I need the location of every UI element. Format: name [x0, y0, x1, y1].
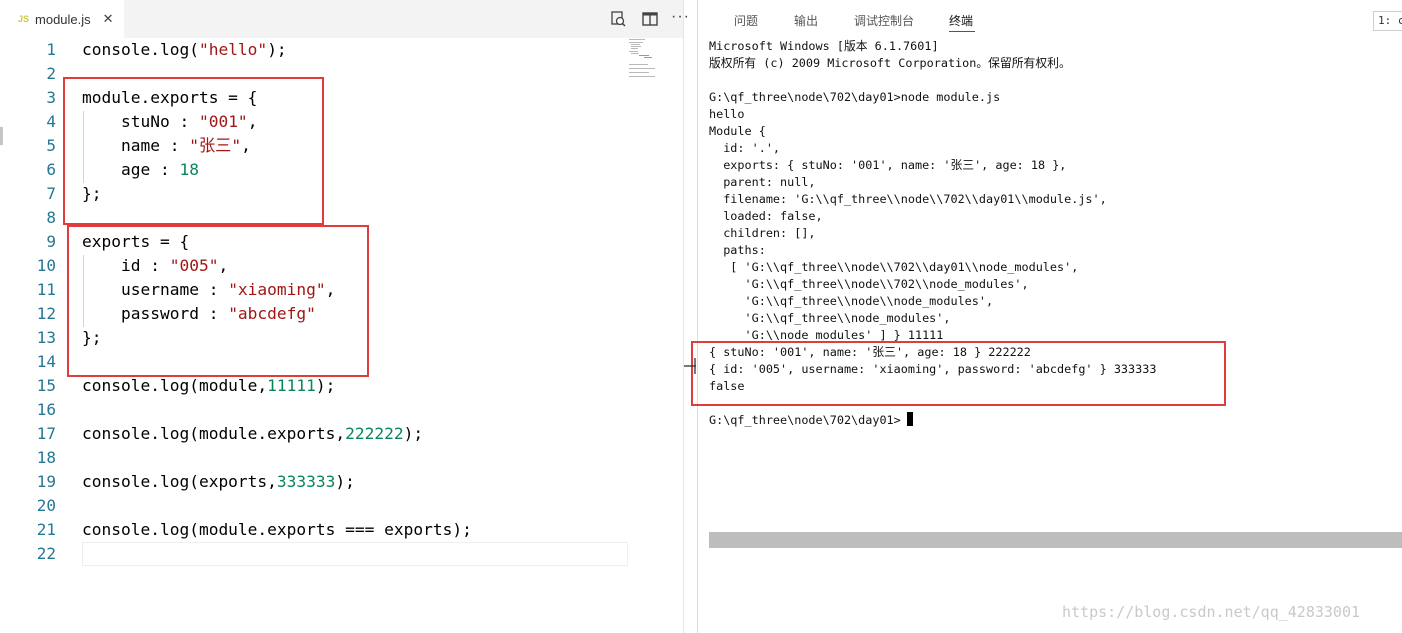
code-token: );	[335, 472, 355, 491]
line-number: 18	[36, 448, 56, 467]
terminal-horizontal-scrollbar[interactable]	[709, 532, 1402, 548]
terminal-line: Microsoft Windows [版本 6.1.7601]	[709, 39, 939, 53]
line-number: 21	[36, 520, 56, 539]
line-number: 1	[46, 40, 56, 59]
number-token: 11111	[267, 376, 316, 395]
code-line[interactable]: console.log(module.exports === exports);	[82, 518, 472, 542]
line-number: 7	[46, 184, 56, 203]
terminal-line: 版权所有 (c) 2009 Microsoft Corporation。保留所有…	[709, 56, 1071, 70]
code-token: );	[315, 376, 336, 395]
line-number: 14	[36, 352, 56, 371]
panel-tab-bar: 问题 输出 调试控制台 终端 1: cmd	[699, 0, 1402, 36]
code-token: console.log(	[82, 40, 199, 59]
cursor-crosshair-icon	[684, 358, 696, 374]
terminal-line: id: '.',	[709, 141, 781, 155]
code-line[interactable]: console.log(module,11111);	[82, 374, 335, 398]
line-number: 15	[36, 376, 56, 395]
string-token: "hello"	[198, 40, 268, 59]
close-icon[interactable]: ✕	[103, 11, 114, 27]
line-number: 5	[46, 136, 56, 155]
line-number: 22	[36, 544, 56, 563]
editor-scrollbar[interactable]	[683, 0, 684, 633]
line-number: 9	[46, 232, 56, 251]
number-token: 333333	[276, 472, 336, 491]
terminal-line: G:\qf_three\node\702\day01>node module.j…	[709, 90, 1001, 104]
annotation-box-exports	[67, 225, 369, 377]
split-editor-icon[interactable]	[640, 9, 660, 29]
file-tab-module-js[interactable]: JS module.js ✕	[0, 0, 124, 38]
code-token: console.log(module.exports === exports);	[82, 520, 472, 539]
line-number: 20	[36, 496, 56, 515]
line-number: 13	[36, 328, 56, 347]
line-number: 17	[36, 424, 56, 443]
terminal-line: G:\qf_three\node\702\day01>	[709, 413, 901, 427]
code-line[interactable]: console.log(exports,333333);	[82, 470, 355, 494]
editor-pane: JS module.js ✕ ··· 1 2 3 4 5 6 7 8 9 10 11 12 13 14 15…	[0, 0, 689, 633]
annotation-box-module-exports	[63, 77, 324, 225]
line-number: 8	[46, 208, 56, 227]
panel-divider[interactable]	[697, 0, 698, 633]
terminal-line: hello	[709, 107, 745, 121]
line-number: 11	[36, 280, 56, 299]
terminal-line: [ 'G:\\qf_three\\node\\702\\day01\\node_…	[709, 260, 1079, 274]
terminal-line: 'G:\\qf_three\\node_modules',	[709, 311, 951, 325]
code-token: );	[403, 424, 424, 443]
minimap[interactable]	[626, 38, 670, 88]
terminal-line: 'G:\\qf_three\\node\\node_modules',	[709, 294, 994, 308]
file-tab-label: module.js	[35, 11, 91, 27]
code-line[interactable]: console.log("hello");	[82, 38, 287, 62]
number-token: 222222	[345, 424, 404, 443]
code-line[interactable]: console.log(module.exports,222222);	[82, 422, 423, 446]
terminal-line: children: [],	[709, 226, 816, 240]
terminal-line: paths:	[709, 243, 766, 257]
line-number: 3	[46, 88, 56, 107]
terminal-line: parent: null,	[709, 175, 816, 189]
code-token: console.log(exports,	[82, 472, 277, 491]
tab-problems[interactable]: 问题	[734, 12, 758, 29]
tab-debug-console[interactable]: 调试控制台	[854, 12, 914, 29]
tab-terminal[interactable]: 终端	[949, 12, 973, 29]
line-number: 4	[46, 112, 56, 131]
javascript-file-icon: JS	[18, 14, 30, 24]
open-changes-icon[interactable]	[608, 9, 628, 29]
code-token: );	[267, 40, 287, 59]
terminal-instance-select[interactable]: 1: cmd	[1373, 11, 1402, 31]
terminal-cursor	[907, 412, 913, 426]
watermark: https://blog.csdn.net/qq_42833001	[1062, 603, 1361, 621]
line-number: 6	[46, 160, 56, 179]
annotation-box-output	[691, 341, 1226, 406]
terminal-output[interactable]: Microsoft Windows [版本 6.1.7601] 版权所有 (c) …	[709, 38, 1399, 518]
line-number-gutter: 1 2 3 4 5 6 7 8 9 10 11 12 13 14 15 16 17 18 19 20 21 22	[0, 38, 62, 633]
terminal-line: loaded: false,	[709, 209, 823, 223]
editor-tab-bar: JS module.js ✕ ···	[0, 0, 689, 38]
code-token: console.log(module.exports,	[82, 424, 346, 443]
terminal-line: 'G:\\qf_three\\node\\702\\node_modules',	[709, 277, 1029, 291]
terminal-line: filename: 'G:\\qf_three\\node\\702\\day0…	[709, 192, 1107, 206]
terminal-line: Module {	[709, 124, 766, 138]
line-number: 12	[36, 304, 56, 323]
tab-output[interactable]: 输出	[794, 12, 818, 29]
bottom-panel: 问题 输出 调试控制台 终端 1: cmd Microsoft Windows …	[691, 0, 1402, 633]
line-number: 16	[36, 400, 56, 419]
more-actions-icon[interactable]: ···	[671, 9, 691, 29]
line-number: 10	[36, 256, 56, 275]
terminal-line: exports: { stuNo: '001', name: '张三', age…	[709, 158, 1067, 172]
code-token: console.log(module,	[82, 376, 268, 395]
line-number: 19	[36, 472, 56, 491]
active-tab-indicator	[949, 31, 975, 32]
line-number: 2	[46, 64, 56, 83]
